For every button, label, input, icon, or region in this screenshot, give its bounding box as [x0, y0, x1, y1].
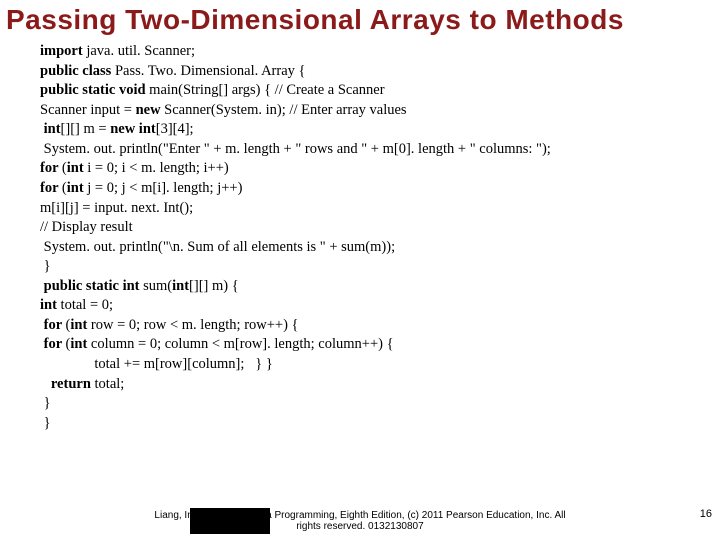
kw: int — [67, 160, 88, 176]
txt: } — [40, 395, 51, 411]
kw: new — [136, 102, 165, 118]
kw: for — [40, 180, 62, 196]
txt: total; — [95, 376, 125, 392]
code-line: int total = 0; — [40, 296, 720, 316]
txt: [3][4]; — [156, 121, 194, 137]
footer: Liang, Introduction to Java Programming,… — [0, 510, 720, 532]
code-line: for (int column = 0; column < m[row]. le… — [40, 335, 720, 355]
kw: import — [40, 43, 86, 59]
slide-title: Passing Two-Dimensional Arrays to Method… — [0, 0, 720, 38]
code-line: } — [40, 414, 720, 434]
txt: [][] m) { — [189, 278, 239, 294]
txt: } — [40, 258, 51, 274]
code-line: // Display result — [40, 218, 720, 238]
footer-line1: Liang, Introduction to Java Programming,… — [0, 510, 720, 521]
txt: } — [40, 415, 51, 431]
kw: public static int — [40, 278, 143, 294]
kw: int — [70, 317, 91, 333]
code-line: for (int j = 0; j < m[i]. length; j++) — [40, 179, 720, 199]
txt: sum( — [143, 278, 172, 294]
code-line: System. out. println("Enter " + m. lengt… — [40, 140, 720, 160]
code-line: public static void main(String[] args) {… — [40, 81, 720, 101]
kw: public class — [40, 63, 115, 79]
kw: new int — [110, 121, 156, 137]
code-line: public static int sum(int[][] m) { — [40, 277, 720, 297]
code-line: import java. util. Scanner; — [40, 42, 720, 62]
txt: System. out. println("Enter " + m. lengt… — [40, 141, 551, 157]
code-line: } — [40, 394, 720, 414]
kw: public static void — [40, 82, 149, 98]
kw: for — [40, 160, 62, 176]
txt: Pass. Two. Dimensional. Array { — [115, 63, 306, 79]
txt: Scanner input = — [40, 102, 136, 118]
kw: for — [40, 336, 66, 352]
kw: int — [40, 297, 61, 313]
txt: column = 0; column < m[row]. length; col… — [91, 336, 394, 352]
txt: j = 0; j < m[i]. length; j++) — [87, 180, 242, 196]
kw: return — [40, 376, 95, 392]
kw: int — [40, 121, 61, 137]
txt: java. util. Scanner; — [86, 43, 195, 59]
txt: total = 0; — [61, 297, 113, 313]
txt: Scanner(System. in); // Enter array valu… — [164, 102, 406, 118]
code-line: } — [40, 257, 720, 277]
code-line: System. out. println("\n. Sum of all ele… — [40, 238, 720, 258]
kw: int — [70, 336, 91, 352]
code-line: for (int i = 0; i < m. length; i++) — [40, 159, 720, 179]
txt: row = 0; row < m. length; row++) { — [91, 317, 299, 333]
kw: int — [67, 180, 88, 196]
footer-line2: rights reserved. 0132130807 — [0, 521, 720, 532]
code-line: total += m[row][column]; } } — [40, 355, 720, 375]
txt: main(String[] args) { // Create a Scanne… — [149, 82, 384, 98]
txt: [][] m = — [61, 121, 111, 137]
code-line: for (int row = 0; row < m. length; row++… — [40, 316, 720, 336]
code-line: Scanner input = new Scanner(System. in);… — [40, 101, 720, 121]
code-line: public class Pass. Two. Dimensional. Arr… — [40, 62, 720, 82]
txt: i = 0; i < m. length; i++) — [87, 160, 228, 176]
txt: m[i][j] = input. next. Int(); — [40, 200, 193, 216]
code-line: return total; — [40, 375, 720, 395]
code-line: int[][] m = new int[3][4]; — [40, 120, 720, 140]
txt: total += m[row][column]; } } — [40, 356, 273, 372]
txt: // Display result — [40, 219, 133, 235]
code-block: import java. util. Scanner; public class… — [0, 38, 720, 433]
kw: int — [172, 278, 189, 294]
code-line: m[i][j] = input. next. Int(); — [40, 199, 720, 219]
txt: System. out. println("\n. Sum of all ele… — [40, 239, 395, 255]
kw: for — [40, 317, 66, 333]
